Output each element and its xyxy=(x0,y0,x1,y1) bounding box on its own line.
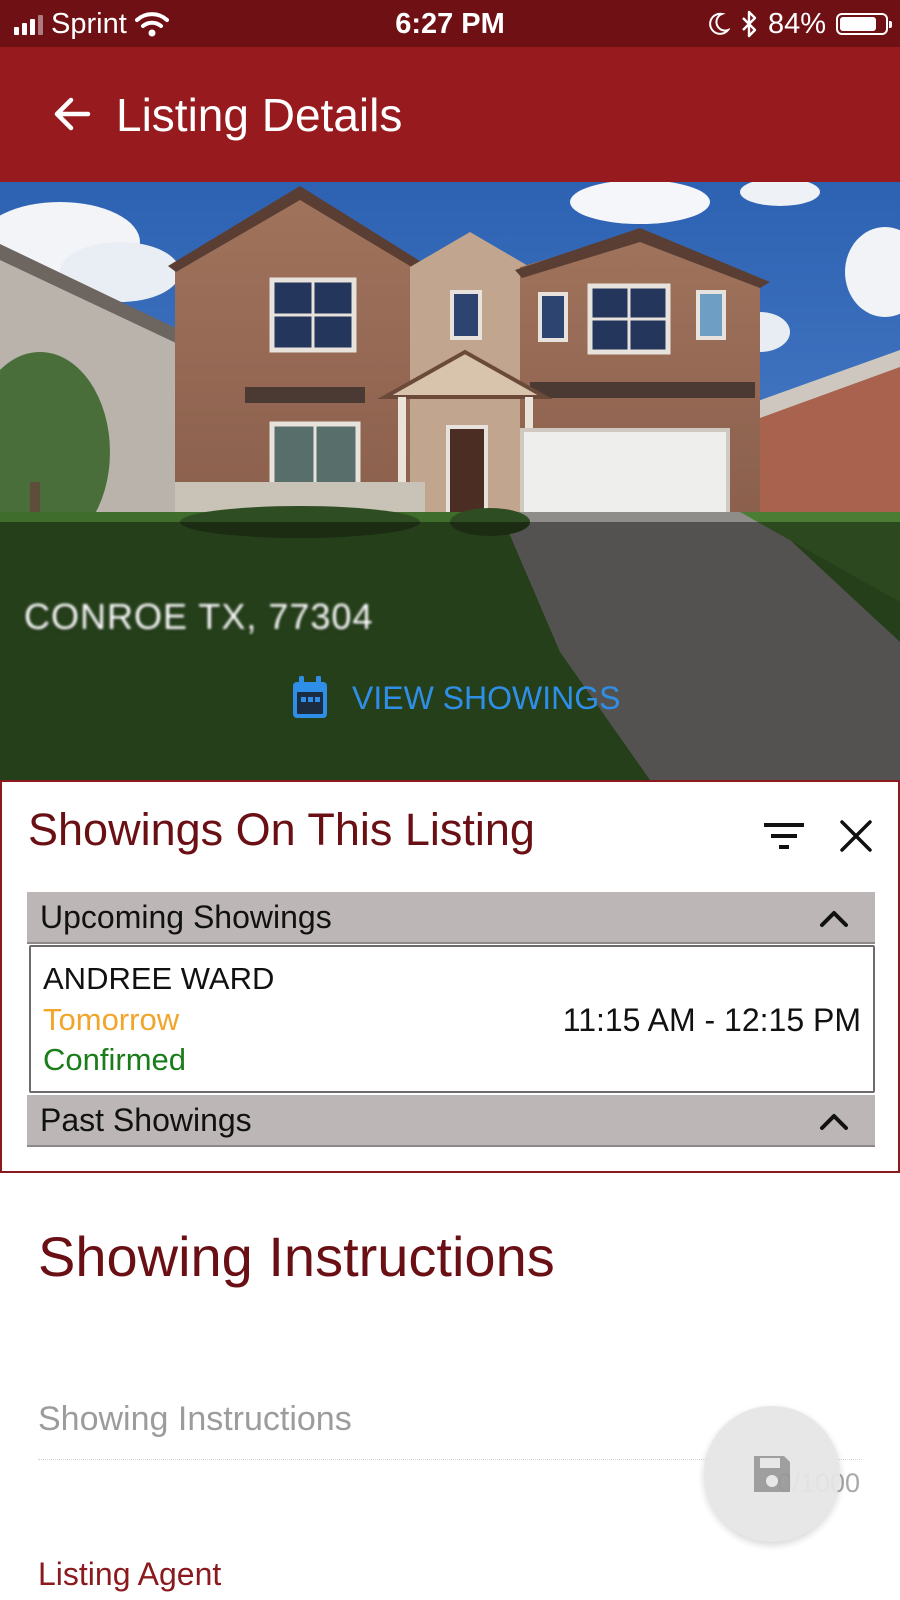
battery-icon xyxy=(836,13,892,35)
status-right: 84% xyxy=(708,6,892,42)
close-icon[interactable] xyxy=(838,818,874,854)
showing-time: 11:15 AM - 12:15 PM xyxy=(562,1002,861,1038)
showing-card[interactable]: ANDREE WARD Tomorrow Confirmed 11:15 AM … xyxy=(29,945,875,1093)
showing-status: Confirmed xyxy=(43,1042,186,1077)
app-bar: Listing Details xyxy=(0,47,900,182)
battery-label: 84% xyxy=(767,7,826,40)
showings-panel: Showings On This Listing Upcoming Showin… xyxy=(0,780,900,1173)
past-showings-label: Past Showings xyxy=(40,1102,252,1138)
view-showings-button[interactable]: VIEW SHOWINGS xyxy=(290,670,620,726)
listing-photo: CONROE TX, 77304 VIEW SHOWINGS xyxy=(0,182,900,780)
save-icon xyxy=(754,1456,790,1492)
past-showings-header[interactable]: Past Showings xyxy=(27,1095,875,1147)
upcoming-showings-label: Upcoming Showings xyxy=(40,899,332,935)
upcoming-showings-header[interactable]: Upcoming Showings xyxy=(27,892,875,944)
arrow-left-icon[interactable] xyxy=(48,89,98,139)
showing-agent: ANDREE WARD xyxy=(43,961,275,996)
filter-icon[interactable] xyxy=(764,820,804,852)
page-title: Listing Details xyxy=(116,89,403,141)
save-button[interactable] xyxy=(704,1406,840,1542)
calendar-icon xyxy=(293,676,327,718)
instructions-title: Showing Instructions xyxy=(38,1225,555,1288)
instructions-input[interactable]: Showing Instructions xyxy=(38,1400,352,1439)
battery-fill xyxy=(840,17,877,31)
panel-title: Showings On This Listing xyxy=(28,804,535,855)
photo-overlay xyxy=(0,522,900,780)
bluetooth-icon xyxy=(742,10,757,38)
chevron-up-icon[interactable] xyxy=(819,1111,849,1131)
listing-address: CONROE TX, 77304 xyxy=(24,596,374,637)
showing-day: Tomorrow xyxy=(43,1002,180,1037)
moon-icon xyxy=(709,12,730,35)
chevron-up-icon[interactable] xyxy=(819,908,849,928)
view-showings-label: VIEW SHOWINGS xyxy=(352,679,621,716)
status-bar: Sprint 6:27 PM 84% xyxy=(0,0,900,47)
listing-agent-heading: Listing Agent xyxy=(38,1556,222,1592)
